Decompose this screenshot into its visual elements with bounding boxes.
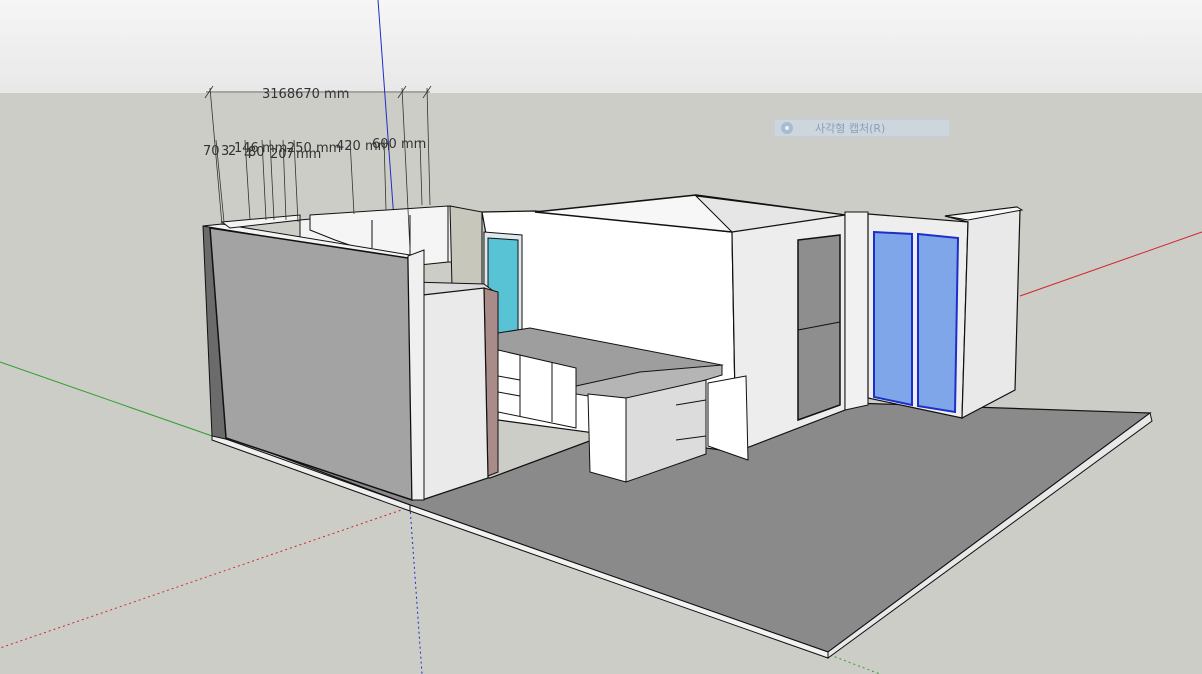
wall-pillar xyxy=(844,211,869,411)
dimension-label[interactable]: 600 mm xyxy=(372,137,426,152)
dimension-label-overall[interactable]: 3168670 mm xyxy=(262,87,349,102)
dimension-label[interactable]: 250 mm xyxy=(287,141,341,156)
peninsula-base[interactable] xyxy=(587,393,627,483)
interior-door[interactable] xyxy=(797,234,841,422)
tooltip-label: 사각형 캡처(R) xyxy=(815,122,886,135)
glass-door-left[interactable] xyxy=(873,230,913,407)
glass-door-right[interactable] xyxy=(917,232,960,414)
dimension-label[interactable]: 20 xyxy=(270,147,287,162)
tile-backsplash xyxy=(449,205,483,291)
dimension-label[interactable]: 70 xyxy=(203,144,220,159)
left-wall-top-strip xyxy=(220,214,301,229)
red-axis xyxy=(1019,231,1202,297)
refrigerator-front[interactable] xyxy=(413,287,489,501)
capture-icon xyxy=(781,122,793,134)
blue-axis xyxy=(377,0,395,221)
red-axis-dotted xyxy=(0,506,411,649)
front-wall-face[interactable] xyxy=(209,227,413,502)
3d-viewport[interactable]: 3168670 mm 70 3 2 146 4 80 mm 20 7 mm 25… xyxy=(0,0,1202,674)
model-scene[interactable]: 3168670 mm 70 3 2 146 4 80 mm 20 7 mm 25… xyxy=(0,0,1202,674)
green-axis xyxy=(0,361,216,438)
blue-axis-dotted xyxy=(409,506,423,674)
peninsula-door[interactable] xyxy=(707,375,749,461)
capture-tooltip[interactable]: 사각형 캡처(R) xyxy=(774,119,950,137)
green-axis-dotted xyxy=(829,654,881,674)
extension-line xyxy=(426,87,431,206)
